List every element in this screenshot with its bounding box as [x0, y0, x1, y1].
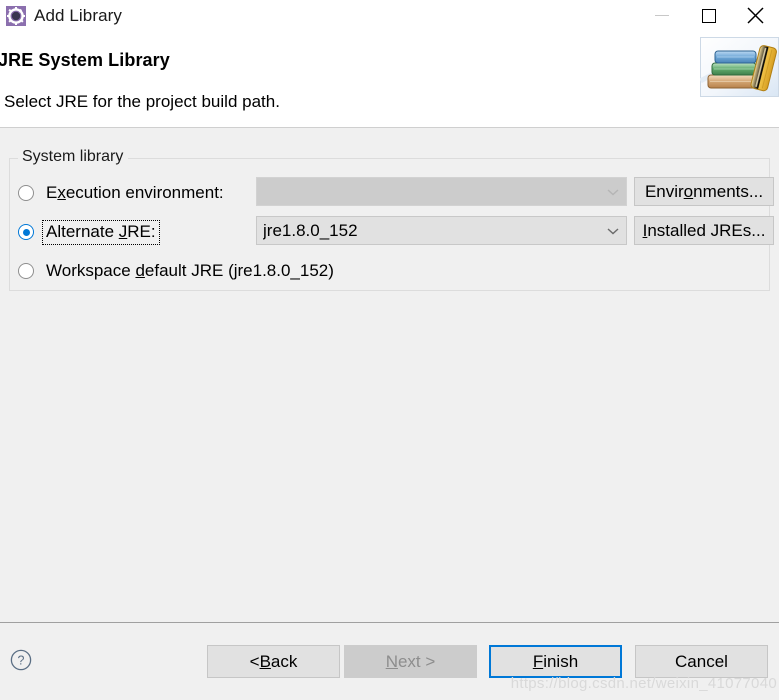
library-gear-icon — [6, 5, 26, 26]
option-row-workspace-default-jre: Workspace default JRE (jre1.8.0_152) — [10, 255, 769, 287]
cancel-button[interactable]: Cancel — [635, 645, 768, 678]
books-stack-icon — [699, 37, 779, 97]
radio-indicator — [18, 263, 34, 279]
minimize-icon — [654, 15, 669, 16]
radio-execution-environment[interactable]: Execution environment: — [14, 177, 227, 209]
maximize-icon — [701, 8, 716, 23]
radio-label-execution-environment: Execution environment: — [46, 182, 224, 202]
title-bar: Add Library — [0, 0, 779, 31]
help-question-icon[interactable]: ? — [10, 649, 32, 671]
environments-button[interactable]: Envir o nments... — [634, 177, 774, 206]
chevron-down-icon — [600, 188, 626, 196]
radio-indicator — [18, 185, 34, 201]
back-button[interactable]: < Back — [207, 645, 340, 678]
installed-jres-button[interactable]: Installed JREs... — [634, 216, 774, 245]
page-description: Select JRE for the project build path. — [4, 92, 280, 111]
page-title: JRE System Library — [0, 50, 170, 70]
next-button: Next > — [344, 645, 477, 678]
chevron-down-icon — [600, 227, 626, 235]
svg-text:?: ? — [18, 654, 25, 668]
close-button[interactable] — [732, 0, 779, 31]
radio-alternate-jre[interactable]: Alternate JRE: — [14, 216, 160, 248]
dialog-header: JRE System Library Select JRE for the pr… — [0, 31, 779, 128]
close-icon — [747, 7, 764, 24]
alternate-jre-combo-value: jre1.8.0_152 — [263, 220, 358, 240]
dialog-body: System library Execution environment: En… — [0, 128, 779, 700]
window-title: Add Library — [34, 5, 123, 25]
minimize-button[interactable] — [638, 0, 685, 31]
add-library-dialog: Add Library JRE System Library Select JR… — [0, 0, 779, 700]
radio-label-workspace-default-jre: Workspace default JRE (jre1.8.0_152) — [46, 260, 334, 280]
group-legend: System library — [18, 148, 129, 166]
radio-label-alternate-jre: Alternate JRE: — [42, 219, 160, 245]
system-library-group: System library Execution environment: En… — [9, 148, 774, 291]
finish-button[interactable]: Finish — [489, 645, 622, 678]
window-controls — [638, 0, 779, 31]
execution-environment-combo[interactable] — [256, 177, 627, 206]
dialog-footer: ? < Back Next > Finish Cancel https://bl… — [0, 623, 779, 700]
radio-indicator — [18, 224, 34, 240]
maximize-button[interactable] — [685, 0, 732, 31]
radio-workspace-default-jre[interactable]: Workspace default JRE (jre1.8.0_152) — [14, 255, 337, 287]
alternate-jre-combo[interactable]: jre1.8.0_152 — [256, 216, 627, 245]
